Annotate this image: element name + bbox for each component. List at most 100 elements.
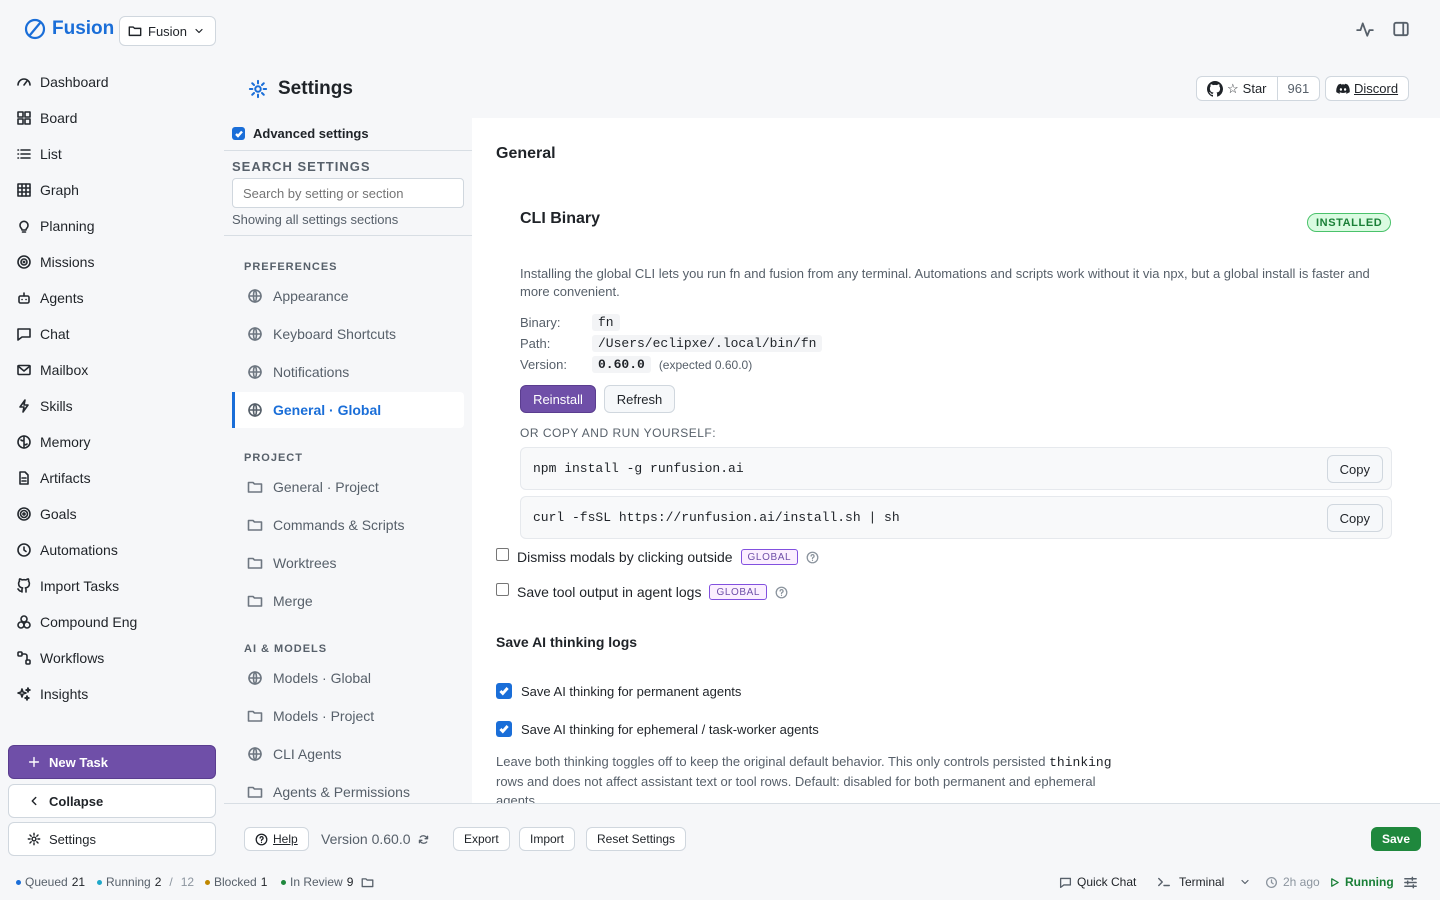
save-button[interactable]: Save: [1371, 827, 1422, 851]
path-row: Path: /Users/eclipxe/.local/bin/fn: [520, 335, 823, 352]
settings-nav-notifications[interactable]: Notifications: [232, 354, 464, 390]
brand-logo[interactable]: Fusion: [24, 18, 114, 40]
copy-button[interactable]: Copy: [1326, 504, 1383, 532]
settings-nav-models-global[interactable]: Models · Global: [232, 660, 464, 696]
import-button[interactable]: Import: [519, 827, 576, 851]
star-label: Star: [1242, 81, 1267, 96]
last-update: 2h ago: [1265, 875, 1320, 889]
settings-footer: Help Version 0.60.0 Export Import Reset …: [224, 803, 1440, 864]
mail-icon: [17, 364, 31, 376]
status-label: Blocked: [214, 875, 257, 889]
status-running[interactable]: Running 2 / 12: [97, 875, 194, 889]
sidebar: Fusion Fusion Dashboard Board List Graph…: [0, 0, 224, 864]
nav-artifacts[interactable]: Artifacts: [8, 460, 216, 496]
help-button[interactable]: Help: [244, 827, 309, 851]
settings-nav-merge[interactable]: Merge: [232, 583, 464, 619]
status-label: Queued: [25, 875, 68, 889]
github-icon: [1207, 80, 1223, 97]
checkbox-unchecked[interactable]: [496, 582, 509, 596]
nav-label: Graph: [40, 182, 79, 198]
quick-chat-button[interactable]: Quick Chat: [1059, 875, 1136, 889]
reset-settings-button[interactable]: Reset Settings: [586, 827, 687, 851]
engine-status[interactable]: Running: [1329, 875, 1394, 889]
settings-nav-cli-agents[interactable]: CLI Agents: [232, 736, 464, 772]
settings-button[interactable]: Settings: [8, 822, 216, 856]
nav-goals[interactable]: Goals: [8, 496, 216, 532]
nav-insights[interactable]: Insights: [8, 676, 216, 712]
settings-nav-general-project[interactable]: General · Project: [232, 469, 464, 505]
copy-button[interactable]: Copy: [1326, 455, 1383, 483]
nav-agents[interactable]: Agents: [8, 280, 216, 316]
settings-nav-appearance[interactable]: Appearance: [232, 278, 464, 314]
status-settings[interactable]: [1403, 875, 1418, 890]
nav-label: Memory: [40, 434, 91, 450]
nav-workflows[interactable]: Workflows: [8, 640, 216, 676]
nav-label: Skills: [40, 398, 73, 414]
project-selector[interactable]: Fusion: [119, 16, 217, 46]
activity-icon[interactable]: [1356, 20, 1374, 38]
help-circle-icon[interactable]: [775, 586, 788, 599]
global-badge: GLOBAL: [709, 584, 768, 600]
github-star-button[interactable]: ☆ Star: [1197, 77, 1278, 100]
discord-link[interactable]: Discord: [1325, 76, 1410, 101]
new-task-button[interactable]: New Task: [8, 745, 216, 779]
nav-planning[interactable]: Planning: [8, 208, 216, 244]
nav-automations[interactable]: Automations: [8, 532, 216, 568]
folder-icon[interactable]: [361, 876, 374, 889]
checkbox-unchecked[interactable]: [496, 547, 509, 561]
nav-missions[interactable]: Missions: [8, 244, 216, 280]
nav-graph[interactable]: Graph: [8, 172, 216, 208]
terminal-label: Terminal: [1179, 875, 1225, 889]
export-button[interactable]: Export: [453, 827, 510, 851]
checkbox-checked[interactable]: [232, 127, 245, 140]
checkbox-checked[interactable]: [496, 721, 512, 737]
reinstall-button[interactable]: Reinstall: [520, 385, 596, 413]
nav-label: Goals: [40, 506, 77, 522]
github-star-widget: ☆ Star 961: [1196, 76, 1321, 101]
settings-nav-commands-scripts[interactable]: Commands & Scripts: [232, 507, 464, 543]
nav-label: Planning: [40, 218, 95, 234]
command-text[interactable]: npm install -g runfusion.ai: [533, 461, 744, 476]
nav-dashboard[interactable]: Dashboard: [8, 64, 216, 100]
nav-list[interactable]: List: [8, 136, 216, 172]
checkbox-checked[interactable]: [496, 683, 512, 699]
settings-nav-worktrees[interactable]: Worktrees: [232, 545, 464, 581]
search-input[interactable]: [232, 178, 464, 208]
folder-icon: [247, 519, 263, 531]
cli-description: Installing the global CLI lets you run f…: [520, 266, 1370, 299]
refresh-button[interactable]: Refresh: [604, 385, 675, 413]
nav-compound-eng[interactable]: Compound Eng: [8, 604, 216, 640]
global-badge: GLOBAL: [740, 549, 799, 565]
command-text[interactable]: curl -fsSL https://runfusion.ai/install.…: [533, 510, 900, 525]
chat-icon: [17, 328, 31, 341]
command-box-npm: npm install -g runfusion.ai Copy: [520, 447, 1392, 490]
chevron-down-icon[interactable]: [1239, 876, 1251, 888]
nav-board[interactable]: Board: [8, 100, 216, 136]
nav-import-tasks[interactable]: Import Tasks: [8, 568, 216, 604]
nav-skills[interactable]: Skills: [8, 388, 216, 424]
binary-label: Binary:: [520, 315, 561, 330]
refresh-icon[interactable]: [417, 833, 430, 846]
status-queued[interactable]: Queued 21: [16, 875, 85, 889]
settings-nav-agents-permissions[interactable]: Agents & Permissions: [232, 774, 464, 803]
nav-chat[interactable]: Chat: [8, 316, 216, 352]
section-title: General: [496, 145, 556, 162]
panel-toggle-icon[interactable]: [1392, 20, 1410, 38]
collapse-button[interactable]: Collapse: [8, 784, 216, 818]
nav-label: Insights: [40, 686, 89, 702]
settings-nav-keyboard-shortcuts[interactable]: Keyboard Shortcuts: [232, 316, 464, 352]
globe-icon: [248, 671, 262, 685]
advanced-settings-toggle[interactable]: Advanced settings: [232, 126, 369, 141]
status-blocked[interactable]: Blocked 1: [205, 875, 267, 889]
settings-nav-models-project[interactable]: Models · Project: [232, 698, 464, 734]
settings-nav-general-global[interactable]: General · Global: [232, 392, 464, 428]
file-icon: [19, 471, 29, 485]
terminal-button[interactable]: Terminal: [1157, 875, 1251, 889]
status-count: 1: [260, 875, 268, 889]
status-in-review[interactable]: In Review 9: [281, 875, 374, 889]
toggle-thinking-ephemeral: Save AI thinking for ephemeral / task-wo…: [496, 721, 819, 737]
nav-memory[interactable]: Memory: [8, 424, 216, 460]
nav-mailbox[interactable]: Mailbox: [8, 352, 216, 388]
lightbulb-icon: [19, 220, 29, 233]
help-circle-icon[interactable]: [806, 551, 819, 564]
